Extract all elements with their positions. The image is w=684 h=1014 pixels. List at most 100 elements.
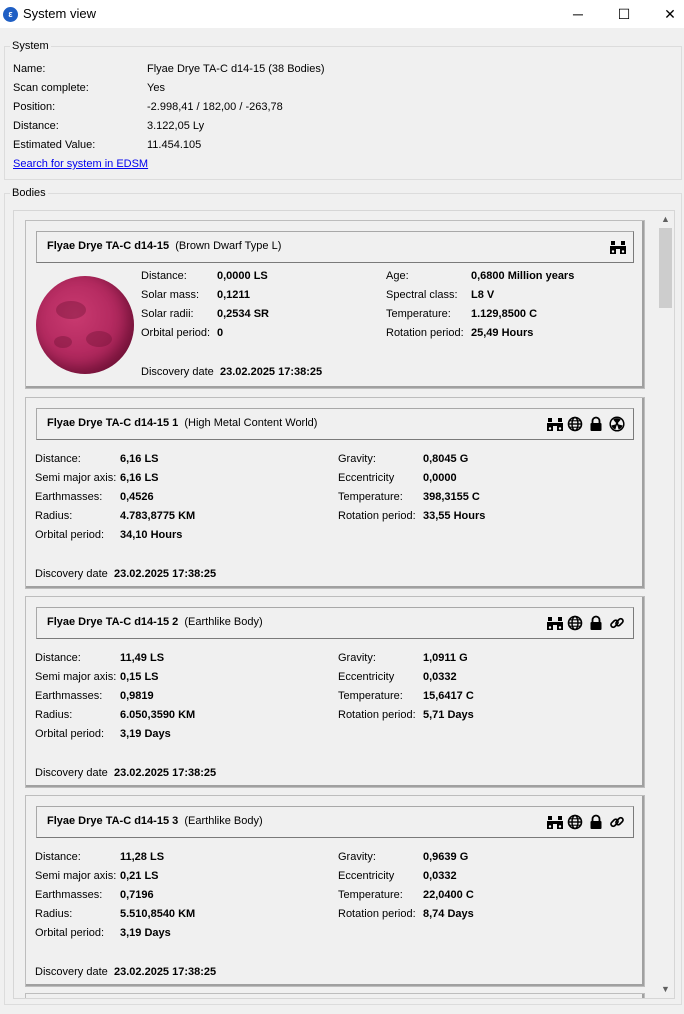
body-title: Flyae Drye TA-C d14-15 (Brown Dwarf Type… [47,240,281,252]
property-label: Temperature: [338,889,403,901]
property-label: Rotation period: [338,908,416,920]
property-value: 0,2534 SR [217,308,269,320]
system-row-label: Position: [13,101,56,113]
property-label: Radius: [35,908,73,920]
title-bar: ε System view ─ ☐ ✕ [0,0,684,28]
property-label: Gravity: [338,652,376,664]
body-card-header: Flyae Drye TA-C d14-15 (Brown Dwarf Type… [36,231,634,263]
property-label: Semi major axis: [35,671,117,683]
property-label: Distance: [35,652,81,664]
binoculars-icon[interactable] [546,615,564,631]
property-value: 5.510,8540 KM [120,908,196,920]
property-label: Solar radii: [141,308,194,320]
close-button[interactable]: ✕ [647,0,684,28]
body-card-planet: Flyae Drye TA-C d14-15 2 (Earthlike Body… [25,596,645,788]
property-label: Gravity: [338,851,376,863]
system-row-value: Flyae Drye TA-C d14-15 (38 Bodies) [147,63,325,75]
scroll-thumb[interactable] [659,228,672,308]
property-label: Eccentricity [338,472,395,484]
body-type: (Earthlike Body) [184,815,263,827]
body-card-header: Flyae Drye TA-C d14-15 1 (High Metal Con… [36,408,634,440]
property-label: Semi major axis: [35,870,117,882]
discovery-date: 23.02.2025 17:38:25 [220,366,323,378]
discovery-date: 23.02.2025 17:38:25 [114,966,217,978]
property-value: 0,0332 [423,870,457,882]
lock-icon[interactable] [588,814,606,830]
system-row-value: 11.454.105 [147,139,202,151]
property-label: Rotation period: [386,327,464,339]
system-row: Position: [13,101,55,113]
app-icon: ε [3,7,18,22]
lock-icon[interactable] [588,416,606,432]
property-label: Earthmasses: [35,889,103,901]
binoculars-icon[interactable] [546,416,564,432]
body-type: (Brown Dwarf Type L) [175,240,282,252]
property-value: 3,19 Days [120,728,171,740]
lock-icon[interactable] [588,615,606,631]
edsm-search-link[interactable]: Search for system in EDSM [13,158,148,170]
vertical-scrollbar[interactable]: ▲ ▼ [657,211,674,998]
system-legend: System [10,40,51,52]
radiation-icon[interactable] [609,416,627,432]
globe-icon[interactable] [567,615,585,631]
globe-icon[interactable] [567,416,585,432]
body-card-header: Flyae Drye TA-C d14-15 2 (Earthlike Body… [36,607,634,639]
bodies-legend: Bodies [10,187,48,199]
property-value: 0,9819 [120,690,154,702]
property-label: Radius: [35,510,73,522]
property-label: Orbital period: [35,927,105,939]
system-row-label: Estimated Value: [13,139,96,151]
property-label: Orbital period: [35,529,105,541]
discovery-date: 23.02.2025 17:38:25 [114,568,217,580]
property-value: 0,1211 [217,289,251,301]
property-value: 1.129,8500 C [471,308,538,320]
body-header-icons [609,239,627,255]
body-card-star: Flyae Drye TA-C d14-15 (Brown Dwarf Type… [25,220,645,389]
system-row-value: 3.122,05 Ly [147,120,205,132]
discovery-date: 23.02.2025 17:38:25 [114,767,217,779]
scroll-up-icon[interactable]: ▲ [657,211,674,228]
property-label: Earthmasses: [35,690,103,702]
body-header-icons [546,615,627,631]
property-value: 0,4526 [120,491,154,503]
property-value: 4.783,8775 KM [120,510,196,522]
property-label: Rotation period: [338,510,416,522]
system-row-label: Scan complete: [13,82,89,94]
property-label: Age: [386,270,409,282]
maximize-button[interactable]: ☐ [601,0,647,28]
property-value: 0,21 LS [120,870,159,882]
property-value: 1,0911 G [423,652,468,664]
scroll-down-icon[interactable]: ▼ [657,981,674,998]
property-value: L8 V [471,289,495,301]
property-value: 8,74 Days [423,908,474,920]
property-label: Radius: [35,709,73,721]
property-value: 33,55 Hours [423,510,486,522]
property-value: 3,19 Days [120,927,171,939]
binoculars-icon[interactable] [546,814,564,830]
property-label: Spectral class: [386,289,458,301]
body-header-icons [546,416,627,432]
link-icon[interactable] [609,814,627,830]
discovery-label: Discovery date [141,366,214,378]
bodies-scroll-panel[interactable]: Flyae Drye TA-C d14-15 (Brown Dwarf Type… [13,210,675,999]
body-type: (High Metal Content World) [184,417,318,429]
property-value: 6.050,3590 KM [120,709,196,721]
property-label: Temperature: [338,690,403,702]
system-row: Distance: [13,120,59,132]
body-type: (Earthlike Body) [184,616,263,628]
body-name: Flyae Drye TA-C d14-15 1 [47,417,179,429]
minimize-button[interactable]: ─ [555,0,601,28]
property-value: 0,6800 Million years [471,270,575,282]
link-icon[interactable] [609,615,627,631]
body-card-planet: Flyae Drye TA-C d14-15 1 (High Metal Con… [25,397,645,589]
binoculars-icon[interactable] [609,239,627,255]
system-row-value: -2.998,41 / 182,00 / -263,78 [147,101,283,113]
property-value: 0,7196 [120,889,154,901]
property-label: Distance: [141,270,187,282]
property-value: 5,71 Days [423,709,474,721]
property-label: Gravity: [338,453,376,465]
body-header-icons [546,814,627,830]
property-value: 6,16 LS [120,472,159,484]
globe-icon[interactable] [567,814,585,830]
property-value: 0 [217,327,224,339]
